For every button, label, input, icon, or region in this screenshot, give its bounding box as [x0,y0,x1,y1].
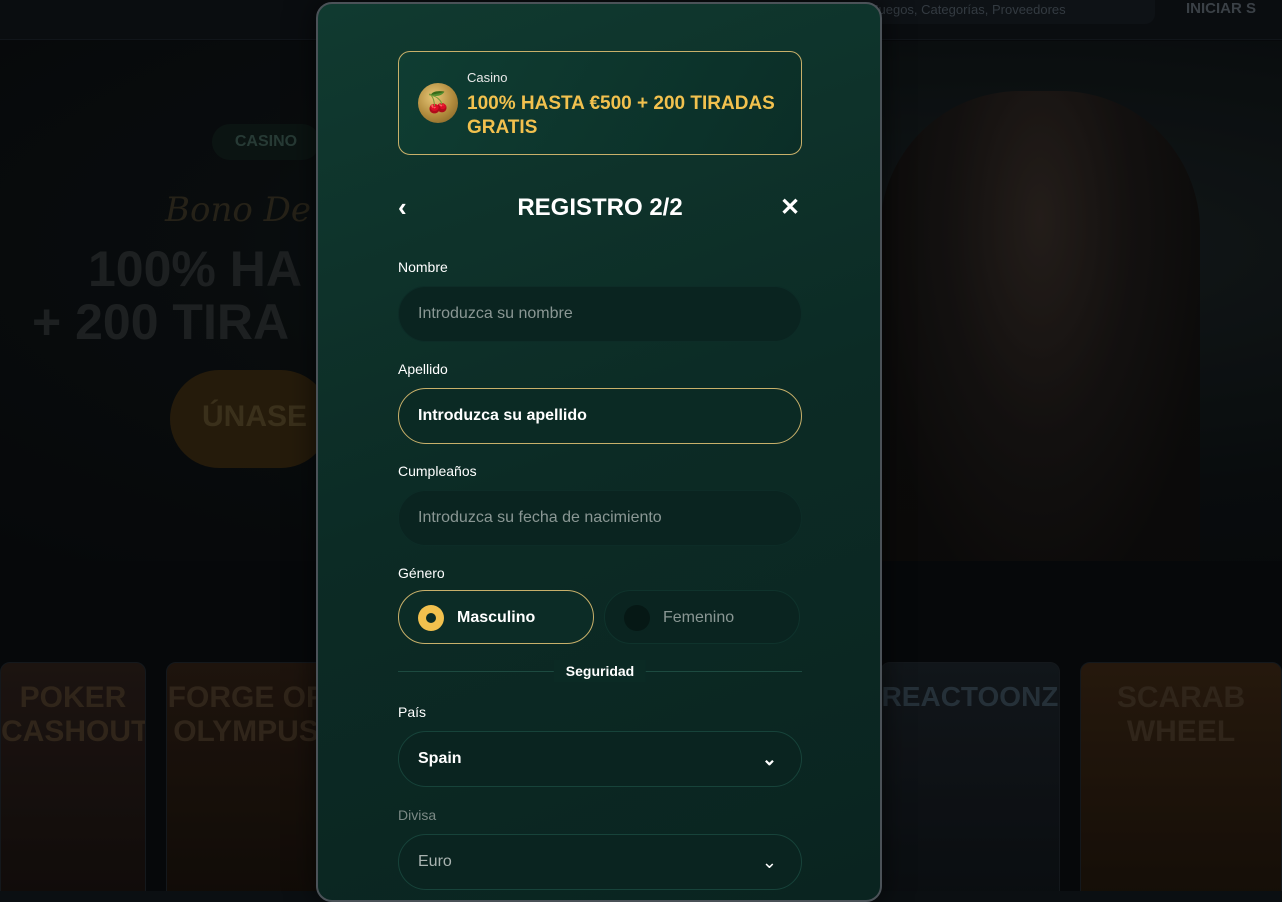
surname-input[interactable]: Introduzca su apellido [398,388,802,444]
gender-label: Género [398,565,445,581]
gender-option-female[interactable]: Femenino [604,590,800,644]
gender-option-label: Femenino [663,609,735,626]
promo-title: 100% HASTA €500 + 200 TIRADAS GRATIS [467,93,775,138]
birthday-label: Cumpleaños [398,463,477,479]
country-value: Spain [418,750,462,767]
currency-value: Euro [418,853,452,870]
registration-modal: 🍒 Casino 100% HASTA €500 + 200 TIRADAS G… [316,2,882,902]
cherry-coin-icon: 🍒 [418,83,458,123]
radio-checked-icon [418,605,444,631]
close-icon[interactable]: ✕ [778,190,802,226]
gender-option-male[interactable]: Masculino [398,590,594,644]
radio-unchecked-icon [624,605,650,631]
modal-title: REGISTRO 2/2 [517,194,683,221]
country-label: País [398,704,427,720]
promo-category: Casino [467,70,508,85]
surname-label: Apellido [398,361,448,377]
gender-option-label: Masculino [457,609,536,626]
name-input[interactable]: Introduzca su nombre [398,286,802,342]
promo-banner[interactable]: 🍒 Casino 100% HASTA €500 + 200 TIRADAS G… [398,51,802,155]
country-select[interactable]: Spain ⌄ [398,731,802,787]
security-heading: Seguridad [553,660,647,682]
chevron-down-icon: ⌄ [761,749,777,769]
chevron-down-icon: ⌄ [761,852,777,872]
modal-header: ‹ REGISTRO 2/2 ✕ [398,190,802,226]
currency-label: Divisa [398,807,437,823]
name-label: Nombre [398,259,448,275]
security-divider: Seguridad [398,660,802,682]
currency-select[interactable]: Euro ⌄ [398,834,802,890]
birthday-input[interactable]: Introduzca su fecha de nacimiento [398,490,802,546]
